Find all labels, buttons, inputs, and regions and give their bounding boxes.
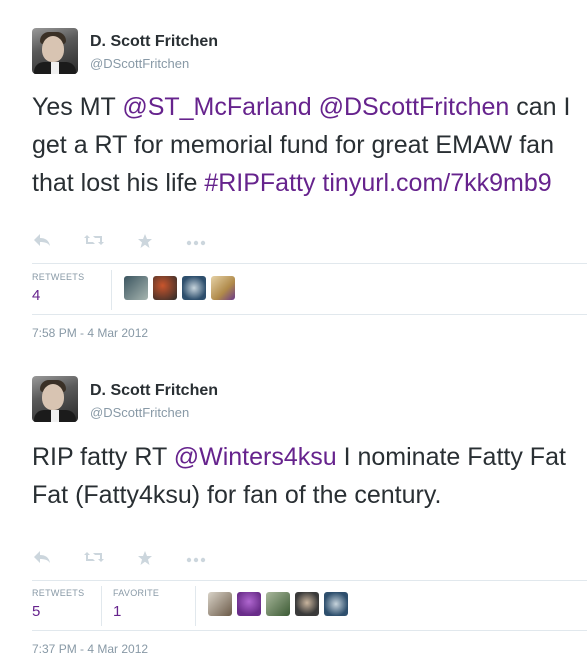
engager-avatar[interactable]: [295, 592, 319, 616]
text-segment: Yes MT: [32, 93, 123, 121]
favorites-count[interactable]: 1: [113, 603, 121, 620]
engager-avatar[interactable]: [182, 276, 206, 300]
divider: [32, 580, 587, 581]
text-segment: [312, 93, 319, 121]
author-name[interactable]: D. Scott Fritchen: [90, 33, 218, 51]
retweets-count[interactable]: 4: [32, 287, 40, 304]
stats-separator: [101, 586, 102, 626]
mention-link[interactable]: @ST_McFarland: [122, 93, 311, 121]
favorite-icon[interactable]: [135, 233, 155, 251]
engager-avatar[interactable]: [153, 276, 177, 300]
engager-avatar[interactable]: [324, 592, 348, 616]
retweet-icon[interactable]: [83, 550, 104, 568]
more-icon[interactable]: [186, 233, 206, 251]
author-avatar[interactable]: [32, 28, 78, 74]
retweets-count[interactable]: 5: [32, 603, 40, 620]
reply-icon[interactable]: [32, 233, 52, 251]
mention-link[interactable]: @DScottFritchen: [319, 93, 510, 121]
stats-separator: [111, 270, 112, 310]
retweet-icon[interactable]: [83, 233, 104, 251]
tweet-1: D. Scott Fritchen @DScottFritchen Yes MT…: [0, 0, 587, 356]
author-handle[interactable]: @DScottFritchen: [90, 405, 189, 420]
stats-separator: [195, 586, 196, 626]
tweet-2: D. Scott Fritchen @DScottFritchen RIP fa…: [0, 366, 587, 672]
more-icon[interactable]: [186, 550, 206, 568]
divider: [32, 263, 587, 264]
reply-icon[interactable]: [32, 550, 52, 568]
engager-avatar[interactable]: [237, 592, 261, 616]
tweet-text: Yes MT @ST_McFarland @DScottFritchen can…: [32, 88, 584, 202]
retweets-label: RETWEETS: [32, 588, 85, 598]
tweet-timestamp[interactable]: 7:37 PM - 4 Mar 2012: [32, 642, 148, 656]
tweet-stats: RETWEETS 5 FAVORITE 1: [32, 586, 202, 634]
tweet-timestamp[interactable]: 7:58 PM - 4 Mar 2012: [32, 326, 148, 340]
divider: [32, 630, 587, 631]
url-link[interactable]: tinyurl.com/7kk9mb9: [322, 169, 551, 197]
author-handle[interactable]: @DScottFritchen: [90, 56, 189, 71]
author-name[interactable]: D. Scott Fritchen: [90, 382, 218, 400]
engager-avatar[interactable]: [266, 592, 290, 616]
divider: [32, 314, 587, 315]
author-avatar[interactable]: [32, 376, 78, 422]
text-segment: RIP fatty RT: [32, 443, 174, 471]
tweet-text: RIP fatty RT @Winters4ksu I nominate Fat…: [32, 438, 584, 514]
mention-link[interactable]: @Winters4ksu: [174, 443, 337, 471]
hashtag-link[interactable]: #RIPFatty: [204, 169, 315, 197]
retweets-label: RETWEETS: [32, 272, 85, 282]
engager-avatar[interactable]: [124, 276, 148, 300]
favorite-icon[interactable]: [135, 550, 155, 568]
engager-avatar[interactable]: [211, 276, 235, 300]
favorites-label: FAVORITE: [113, 588, 160, 598]
engager-avatar[interactable]: [208, 592, 232, 616]
